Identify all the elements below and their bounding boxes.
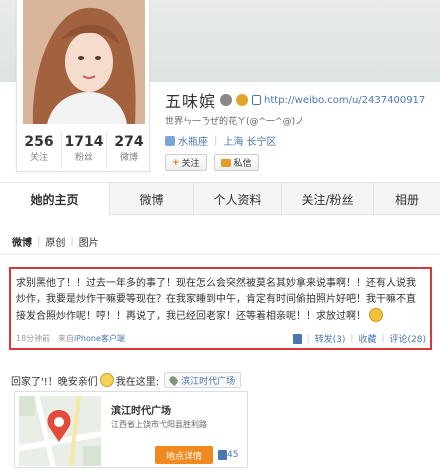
stat-followers-count: 1714 <box>64 134 104 150</box>
emoji-icon <box>99 373 114 387</box>
profile-motto: 世界ㄣ一ㄋぜ的花ㄚ(@^一^@)ノ <box>165 117 305 127</box>
location-address: 江西省上饶市弋阳县胜利路 <box>111 420 207 429</box>
tab-profile-info[interactable]: 个人资料 <box>194 183 282 215</box>
profile-name-row: 五味嫔 http://weibo.com/u/2437400917 <box>165 89 425 111</box>
repost-button[interactable]: 转发(3) <box>315 332 346 345</box>
filter-original[interactable]: 原创 <box>45 234 65 249</box>
profile-name: 五味嫔 <box>165 92 217 111</box>
location-pin-icon <box>167 374 180 386</box>
weibo-post-2: 回家了'!！晚安亲们 我在这里: 滨江时代广场 <box>11 372 242 388</box>
post-body: 求别黑他了！！过去一年多的事了！现在怎么会突然被莫名其妙拿来说事啊！！还有人说我… <box>16 278 416 322</box>
stat-posts-count: 274 <box>114 134 144 150</box>
smile-emoji-icon <box>369 308 384 322</box>
tag-location-label: 上海 长宁区 <box>223 137 277 148</box>
post-source-prefix: 来自 <box>57 334 74 343</box>
stat-following-label: 关注 <box>29 153 48 163</box>
filter-all[interactable]: 微博 <box>12 234 32 249</box>
tag-separator: | <box>214 135 218 146</box>
map-thumbnail[interactable] <box>19 396 101 466</box>
stat-posts-label: 微博 <box>119 153 138 163</box>
tab-follow-fans[interactable]: 关注/粉丝 <box>282 183 374 215</box>
mail-icon <box>220 158 231 167</box>
tag-zodiac[interactable]: 水瓶座 <box>165 133 208 148</box>
filter-images[interactable]: 图片 <box>79 234 99 249</box>
location-chip[interactable]: 滨江时代广场 <box>164 372 242 388</box>
message-button-label: 私信 <box>233 159 252 169</box>
post-time[interactable]: 18分钟前 <box>16 334 50 343</box>
stat-posts[interactable]: 274 微博 <box>107 133 151 169</box>
follow-button-label: 关注 <box>181 159 200 169</box>
link-icon <box>252 95 262 105</box>
level-badge-icon[interactable] <box>236 94 249 106</box>
action-separator: | <box>350 333 354 344</box>
post-source[interactable]: iPhone客户端 <box>74 334 125 343</box>
favorite-button[interactable]: 收藏 <box>358 332 376 345</box>
like-icon <box>218 450 227 460</box>
profile-stats: 256 关注 1714 粉丝 274 微博 <box>17 133 151 169</box>
location-chip-label: 滨江时代广场 <box>181 376 236 387</box>
like-icon[interactable] <box>292 333 302 344</box>
plus-icon: + <box>172 157 180 168</box>
member-badge-icon[interactable] <box>220 94 233 106</box>
divider <box>0 254 440 255</box>
action-separator: | <box>381 333 385 344</box>
tab-weibo[interactable]: 微博 <box>110 183 194 215</box>
stat-followers-label: 粉丝 <box>74 153 93 163</box>
stat-followers[interactable]: 1714 粉丝 <box>62 133 107 169</box>
tab-album[interactable]: 相册 <box>374 183 440 215</box>
feed-filter: 微博 | 原创 | 图片 <box>12 234 104 249</box>
post-text: 求别黑他了！！过去一年多的事了！现在怎么会突然被莫名其妙拿来说事啊！！还有人说我… <box>16 276 424 325</box>
profile-card: 256 关注 1714 粉丝 274 微博 <box>16 0 150 172</box>
post2-text-before: 回家了'!！晚安亲们 <box>11 376 98 388</box>
location-like-count: 45 <box>227 450 239 460</box>
stat-following[interactable]: 256 关注 <box>17 133 62 169</box>
post-actions: | 转发(3) | 收藏 | 评论(28) <box>292 332 426 345</box>
post-meta: 18分钟前 来自iPhone客户端 <box>16 333 125 344</box>
comment-button[interactable]: 评论(28) <box>390 332 426 345</box>
profile-actions: + 关注 私信 <box>165 154 266 171</box>
location-like[interactable]: 45 <box>218 446 238 464</box>
tag-zodiac-label: 水瓶座 <box>178 137 208 148</box>
weibo-url-link[interactable]: http://weibo.com/u/2437400917 <box>252 95 425 106</box>
profile-tabs: 她的主页 微博 个人资料 关注/粉丝 相册 <box>0 182 440 216</box>
zodiac-icon <box>165 135 175 146</box>
stat-following-count: 256 <box>24 134 54 150</box>
avatar[interactable] <box>23 0 145 124</box>
action-separator: | <box>306 333 310 344</box>
location-detail-button[interactable]: 地点详情 <box>155 446 213 464</box>
filter-separator: | <box>37 236 41 247</box>
weibo-url-text: http://weibo.com/u/2437400917 <box>264 94 426 106</box>
follow-button[interactable]: + 关注 <box>165 154 207 171</box>
location-card: 滨江时代广场 江西省上饶市弋阳县胜利路 地点详情 45 <box>14 391 248 468</box>
weibo-post-highlighted: 求别黑他了！！过去一年多的事了！现在怎么会突然被莫名其妙拿来说事啊！！还有人说我… <box>9 267 432 350</box>
filter-separator: | <box>70 236 74 247</box>
location-title[interactable]: 滨江时代广场 <box>111 402 171 417</box>
post2-text-after: 我在这里: <box>115 376 160 388</box>
tab-home[interactable]: 她的主页 <box>0 183 110 216</box>
profile-tags: 水瓶座 | 上海 长宁区 <box>165 133 283 148</box>
tag-location[interactable]: 上海 长宁区 <box>223 133 276 148</box>
message-button[interactable]: 私信 <box>213 154 259 171</box>
